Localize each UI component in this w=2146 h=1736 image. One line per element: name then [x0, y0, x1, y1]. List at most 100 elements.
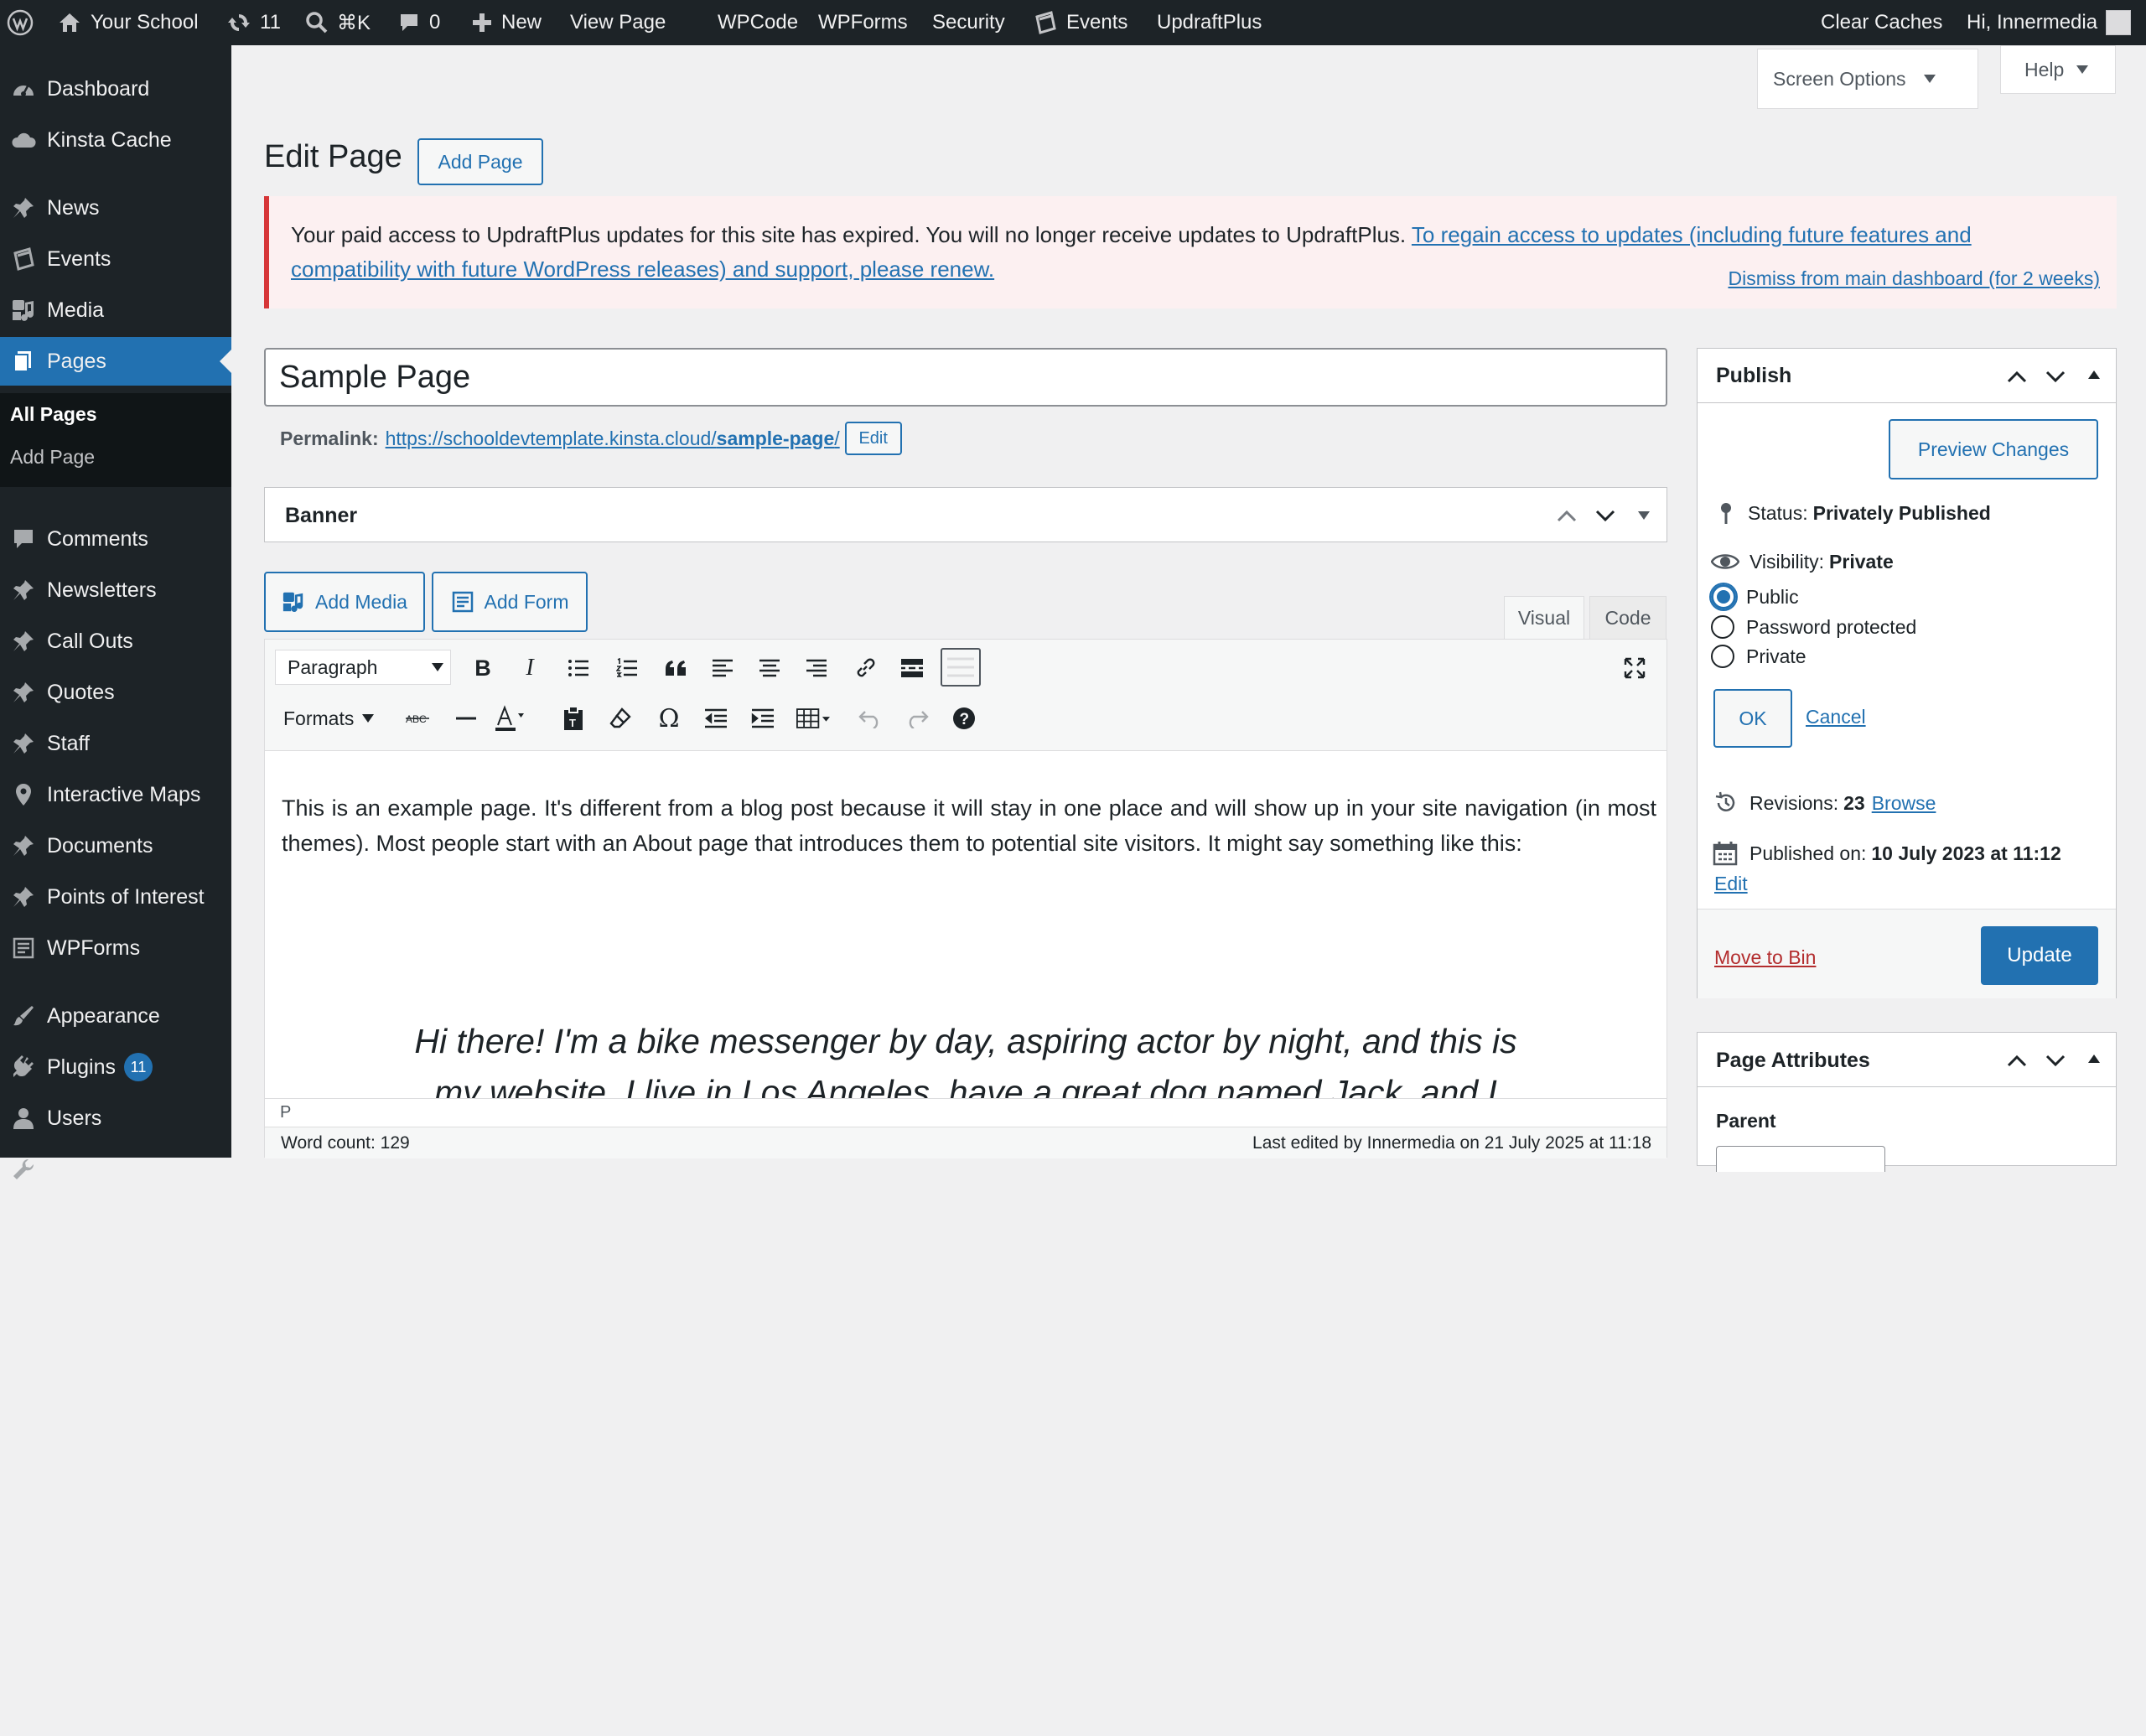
- edit-publish-date-link[interactable]: Edit: [1714, 873, 1748, 895]
- wpforms-link[interactable]: WPForms: [818, 0, 908, 45]
- add-form-button[interactable]: Add Form: [432, 572, 588, 632]
- sidebar-item-comments[interactable]: Comments: [0, 515, 231, 563]
- chevron-down-icon[interactable]: [2045, 1051, 2066, 1070]
- sidebar-item-documents[interactable]: Documents: [0, 821, 231, 870]
- radio-password-label: Password protected: [1746, 615, 1917, 638]
- paste-as-text-icon[interactable]: T: [557, 702, 590, 735]
- clear-caches-link[interactable]: Clear Caches: [1821, 0, 1942, 45]
- add-media-button[interactable]: Add Media: [264, 572, 425, 632]
- bullet-list-icon[interactable]: [562, 651, 595, 685]
- renew-link[interactable]: To regain access to updates (including f…: [1412, 222, 1972, 247]
- radio-password-protected[interactable]: [1711, 615, 1734, 639]
- radio-private[interactable]: [1711, 645, 1734, 668]
- dismiss-notice-link[interactable]: Dismiss from main dashboard (for 2 weeks…: [1728, 262, 2100, 296]
- chevron-down-icon[interactable]: [1594, 506, 1616, 525]
- align-left-icon[interactable]: [706, 651, 739, 685]
- sidebar-item-events[interactable]: Events: [0, 235, 231, 283]
- formats-dropdown[interactable]: Formats: [283, 705, 375, 732]
- paragraph-format-select[interactable]: Paragraph: [275, 650, 451, 685]
- help-button[interactable]: Help: [2000, 45, 2116, 94]
- browse-revisions-link[interactable]: Browse: [1872, 792, 1936, 815]
- sidebar-item-users[interactable]: Users: [0, 1094, 231, 1143]
- tab-visual[interactable]: Visual: [1504, 596, 1584, 640]
- account-menu[interactable]: Hi, Innermedia: [1967, 0, 2132, 45]
- collapse-panel-icon[interactable]: [2088, 371, 2100, 379]
- table-icon[interactable]: [796, 702, 830, 735]
- screen-options-button[interactable]: Screen Options: [1757, 49, 1978, 109]
- post-title-input[interactable]: Sample Page: [264, 348, 1667, 407]
- permalink-url[interactable]: https://schooldevtemplate.kinsta.cloud/s…: [386, 428, 840, 450]
- events-link[interactable]: Events: [1033, 0, 1127, 45]
- updates-link[interactable]: 11: [226, 0, 281, 45]
- numbered-list-icon[interactable]: [610, 651, 644, 685]
- horizontal-line-icon[interactable]: [449, 702, 483, 735]
- radio-public[interactable]: [1711, 584, 1736, 609]
- outdent-icon[interactable]: [699, 702, 733, 735]
- redo-icon[interactable]: [900, 702, 934, 735]
- sidebar-item-appearance[interactable]: Appearance: [0, 992, 231, 1040]
- chevron-down-icon[interactable]: [2045, 367, 2066, 386]
- sidebar-item-wpforms[interactable]: WPForms: [0, 924, 231, 972]
- visibility-ok-button[interactable]: OK: [1713, 689, 1792, 748]
- toggle-panel-icon[interactable]: [1638, 511, 1650, 520]
- caret-down-icon: [2076, 65, 2089, 74]
- security-link[interactable]: Security: [932, 0, 1005, 45]
- sidebar-item-news[interactable]: News: [0, 184, 231, 232]
- read-more-icon[interactable]: [895, 651, 929, 685]
- sidebar-item-dashboard[interactable]: Dashboard: [0, 65, 231, 113]
- wordpress-logo-icon[interactable]: [7, 0, 34, 45]
- toolbar-toggle-button[interactable]: [941, 648, 981, 687]
- edit-permalink-button[interactable]: Edit: [844, 422, 902, 455]
- visibility-option-public[interactable]: Public: [1711, 582, 1799, 612]
- visibility-option-private[interactable]: Private: [1711, 641, 1806, 671]
- clear-formatting-icon[interactable]: [604, 702, 637, 735]
- visibility-option-password[interactable]: Password protected: [1711, 612, 1916, 642]
- text-color-icon[interactable]: [493, 702, 526, 735]
- strikethrough-icon[interactable]: ABC: [401, 702, 434, 735]
- sidebar-item-tools[interactable]: Tools: [0, 1145, 231, 1194]
- site-name-link[interactable]: Your School: [57, 0, 199, 45]
- sidebar-item-media[interactable]: Media: [0, 286, 231, 334]
- align-right-icon[interactable]: [800, 651, 833, 685]
- submenu-add-page[interactable]: Add Page: [10, 446, 95, 469]
- sidebar-item-pages[interactable]: Pages: [0, 337, 231, 386]
- submenu-all-pages[interactable]: All Pages: [10, 403, 97, 426]
- chevron-up-icon[interactable]: [1556, 506, 1578, 525]
- search-shortcut[interactable]: ⌘K: [305, 0, 371, 45]
- sidebar-item-interactive-maps[interactable]: Interactive Maps: [0, 770, 231, 819]
- blockquote-icon[interactable]: [659, 651, 692, 685]
- link-icon[interactable]: [848, 651, 882, 685]
- comments-link[interactable]: 0: [397, 0, 440, 45]
- visibility-cancel-link[interactable]: Cancel: [1806, 706, 1866, 728]
- sidebar-item-points-of-interest[interactable]: Points of Interest: [0, 873, 231, 921]
- preview-changes-button[interactable]: Preview Changes: [1889, 419, 2098, 479]
- editor-body-paragraph[interactable]: This is an example page. It's different …: [282, 790, 1656, 861]
- add-page-button[interactable]: Add Page: [417, 138, 543, 185]
- collapse-panel-icon[interactable]: [2088, 1055, 2100, 1063]
- view-page-link[interactable]: View Page: [570, 0, 666, 45]
- sidebar-item-quotes[interactable]: Quotes: [0, 668, 231, 717]
- fullscreen-icon[interactable]: [1618, 651, 1651, 685]
- wpcode-link[interactable]: WPCode: [718, 0, 798, 45]
- sidebar-item-staff[interactable]: Staff: [0, 719, 231, 768]
- sidebar-item-plugins[interactable]: Plugins 11: [0, 1043, 231, 1091]
- chevron-up-icon[interactable]: [2006, 367, 2028, 386]
- update-button[interactable]: Update: [1981, 926, 2098, 985]
- indent-icon[interactable]: [746, 702, 780, 735]
- sidebar-item-kinsta-cache[interactable]: Kinsta Cache: [0, 116, 231, 164]
- renew-link-continued[interactable]: compatibility with future WordPress rele…: [291, 257, 994, 282]
- tab-code[interactable]: Code: [1589, 596, 1667, 640]
- parent-select[interactable]: [1716, 1146, 1885, 1172]
- chevron-up-icon[interactable]: [2006, 1051, 2028, 1070]
- undo-icon[interactable]: [853, 702, 887, 735]
- updraftplus-link[interactable]: UpdraftPlus: [1157, 0, 1262, 45]
- sidebar-item-call-outs[interactable]: Call Outs: [0, 617, 231, 666]
- align-center-icon[interactable]: [753, 651, 786, 685]
- keyboard-shortcuts-help-icon[interactable]: ?: [947, 702, 981, 735]
- italic-icon[interactable]: I: [513, 651, 547, 685]
- bold-icon[interactable]: B: [466, 651, 500, 685]
- new-content-link[interactable]: New: [471, 0, 542, 45]
- move-to-bin-link[interactable]: Move to Bin: [1714, 946, 1816, 969]
- special-character-icon[interactable]: Ω: [652, 702, 686, 735]
- sidebar-item-newsletters[interactable]: Newsletters: [0, 566, 231, 614]
